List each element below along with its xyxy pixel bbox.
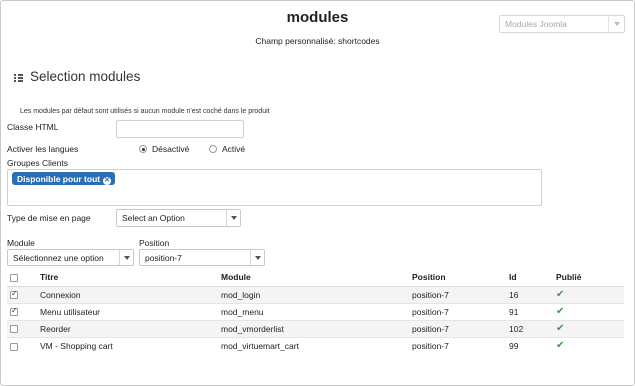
default-modules-note: Les modules par défaut sont utilisés si … <box>20 108 270 115</box>
list-icon <box>14 74 23 82</box>
cell-titre: VM - Shopping cart <box>40 336 221 354</box>
row-checkbox[interactable] <box>10 306 18 317</box>
table-row[interactable]: Reorder mod_vmorderlist position-7 102 ✔ <box>7 319 624 337</box>
table-row[interactable]: VM - Shopping cart mod_virtuemart_cart p… <box>7 336 624 354</box>
module-filter-arrow[interactable] <box>119 250 133 265</box>
cell-id: 99 <box>509 336 556 354</box>
type-mise-en-page-select[interactable]: Select an Option <box>116 209 241 227</box>
chevron-down-icon <box>255 256 261 260</box>
position-filter-arrow[interactable] <box>250 250 264 265</box>
modules-table: Titre Module Position Id Publié Connexio… <box>7 269 624 354</box>
remove-chip-icon[interactable]: ✕ <box>103 177 112 185</box>
cell-position: position-7 <box>412 285 509 303</box>
select-all-checkbox[interactable] <box>10 274 18 282</box>
published-check-icon[interactable]: ✔ <box>556 306 564 317</box>
col-header-publie[interactable]: Publié <box>556 269 624 287</box>
cell-module: mod_menu <box>221 302 412 320</box>
cell-id: 91 <box>509 302 556 320</box>
type-mise-en-page-arrow[interactable] <box>226 210 240 226</box>
published-check-icon[interactable]: ✔ <box>556 323 564 334</box>
type-mise-en-page-label: Type de mise en page <box>7 213 91 223</box>
group-chip[interactable]: Disponible pour tout ✕ <box>12 172 116 185</box>
cell-position: position-7 <box>412 319 509 337</box>
classe-html-input[interactable] <box>116 120 244 138</box>
cell-id: 16 <box>509 285 556 303</box>
langues-label: Activer les langues <box>7 144 79 154</box>
chevron-down-icon <box>614 22 620 26</box>
position-filter-label: Position <box>139 238 170 248</box>
published-check-icon[interactable]: ✔ <box>556 340 564 351</box>
groupes-clients-label: Groupes Clients <box>7 158 68 168</box>
module-type-select[interactable]: Modules Joomla <box>499 15 625 33</box>
table-row[interactable]: Menu utilisateur mod_menu position-7 91 … <box>7 302 624 320</box>
col-header-id[interactable]: Id <box>509 269 556 287</box>
chevron-down-icon <box>124 256 130 260</box>
published-check-icon[interactable]: ✔ <box>556 289 564 300</box>
langues-option-desactive: Désactivé <box>152 144 190 154</box>
page-subtitle: Champ personnalisé: shortcodes <box>255 36 380 46</box>
cell-id: 102 <box>509 319 556 337</box>
table-header-row: Titre Module Position Id Publié <box>7 269 624 287</box>
classe-html-label: Classe HTML <box>7 122 59 132</box>
group-chip-label: Disponible pour tout <box>17 174 101 184</box>
langues-radio-desactive[interactable] <box>139 145 147 153</box>
cell-position: position-7 <box>412 336 509 354</box>
type-mise-en-page-value: Select an Option <box>122 213 185 223</box>
col-header-titre[interactable]: Titre <box>40 269 221 287</box>
section-title: Selection modules <box>30 69 141 84</box>
cell-module: mod_login <box>221 285 412 303</box>
langues-radio-active[interactable] <box>209 145 217 153</box>
module-filter-label: Module <box>7 238 35 248</box>
position-filter-value: position-7 <box>145 253 182 263</box>
chevron-down-icon <box>231 216 237 220</box>
module-type-value: Modules Joomla <box>505 19 567 29</box>
module-filter-select[interactable]: Sélectionnez une option <box>7 249 134 266</box>
table-row[interactable]: Connexion mod_login position-7 16 ✔ <box>7 285 624 303</box>
cell-module: mod_virtuemart_cart <box>221 336 412 354</box>
position-filter-select[interactable]: position-7 <box>139 249 265 266</box>
cell-position: position-7 <box>412 302 509 320</box>
col-header-module[interactable]: Module <box>221 269 412 287</box>
cell-titre: Connexion <box>40 285 221 303</box>
col-header-position[interactable]: Position <box>412 269 509 287</box>
cell-titre: Reorder <box>40 319 221 337</box>
cell-titre: Menu utilisateur <box>40 302 221 320</box>
row-checkbox[interactable] <box>10 342 18 351</box>
cell-module: mod_vmorderlist <box>221 319 412 337</box>
module-filter-value: Sélectionnez une option <box>13 253 104 263</box>
row-checkbox[interactable] <box>10 289 18 300</box>
langues-option-active: Activé <box>222 144 246 154</box>
module-type-dropdown-arrow[interactable] <box>608 16 624 32</box>
row-checkbox[interactable] <box>10 325 18 334</box>
